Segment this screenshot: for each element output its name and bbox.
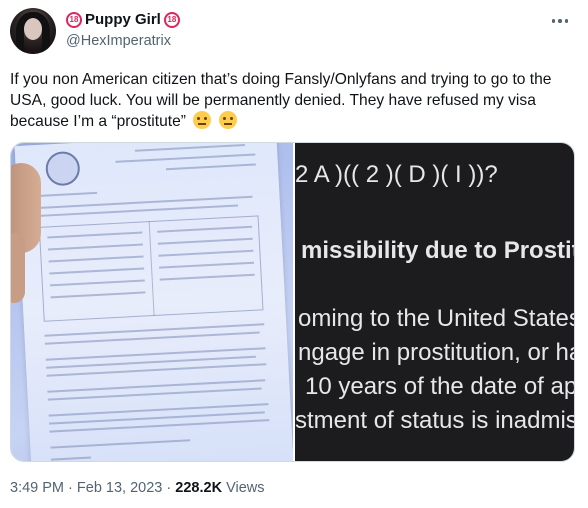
expressionless-face-icon <box>218 111 237 129</box>
tweet-card: 18 Puppy Girl 18 @HexImperatrix If you n… <box>0 0 588 508</box>
hand-finger <box>11 233 25 303</box>
letter-line <box>165 163 256 171</box>
cropped-text-line: missibility due to Prostitu <box>301 237 574 264</box>
letter-line <box>50 439 191 449</box>
tweet-meta: 3:49 PM · Feb 13, 2023 · 228.2K Views <box>10 478 265 498</box>
embassy-seal-icon <box>44 150 81 187</box>
tweet-media[interactable]: 2 A )(( 2 )( D )( I ))? missibility due … <box>10 142 575 462</box>
media-image-cropped-text[interactable]: 2 A )(( 2 )( D )( I ))? missibility due … <box>295 143 574 461</box>
cropped-text-line: 10 years of the date of app <box>305 373 574 400</box>
cropped-text-line: 2 A )(( 2 )( D )( I ))? <box>295 161 498 188</box>
display-name[interactable]: 18 Puppy Girl 18 <box>66 10 180 30</box>
letter-line <box>134 144 245 152</box>
tweet-time[interactable]: 3:49 PM <box>10 480 64 496</box>
letter-line <box>115 153 256 163</box>
dot <box>558 19 562 23</box>
views-label: Views <box>226 480 265 496</box>
cropped-text-line: ngage in prostitution, or ha <box>298 339 574 366</box>
display-name-text[interactable]: Puppy Girl <box>85 10 161 30</box>
letter-line <box>50 456 92 461</box>
meta-separator: · <box>166 480 172 496</box>
user-handle[interactable]: @HexImperatrix <box>66 31 180 51</box>
tweet-date[interactable]: Feb 13, 2023 <box>77 480 162 496</box>
avatar-face <box>24 18 42 40</box>
dot <box>564 19 569 23</box>
tweet-text: If you non American citizen that’s doing… <box>10 69 576 132</box>
visa-letter-paper <box>14 143 293 461</box>
media-image-visa-letter[interactable] <box>11 143 293 461</box>
more-options-icon[interactable] <box>548 12 572 30</box>
letter-line <box>37 191 98 197</box>
views-count[interactable]: 228.2K <box>175 480 222 496</box>
face-with-raised-eyebrow-icon <box>193 111 212 129</box>
author-block: 18 Puppy Girl 18 @HexImperatrix <box>66 10 180 51</box>
avatar[interactable] <box>10 8 56 54</box>
tweet-body: If you non American citizen that’s doing… <box>10 71 552 130</box>
adult-18-badge-icon: 18 <box>163 12 180 28</box>
cropped-text-line: oming to the United States <box>298 305 574 332</box>
adult-18-badge-icon: 18 <box>66 12 82 28</box>
dot <box>551 19 556 23</box>
cropped-text-line: stment of status is inadmis <box>295 407 574 434</box>
meta-separator: · <box>68 480 73 496</box>
